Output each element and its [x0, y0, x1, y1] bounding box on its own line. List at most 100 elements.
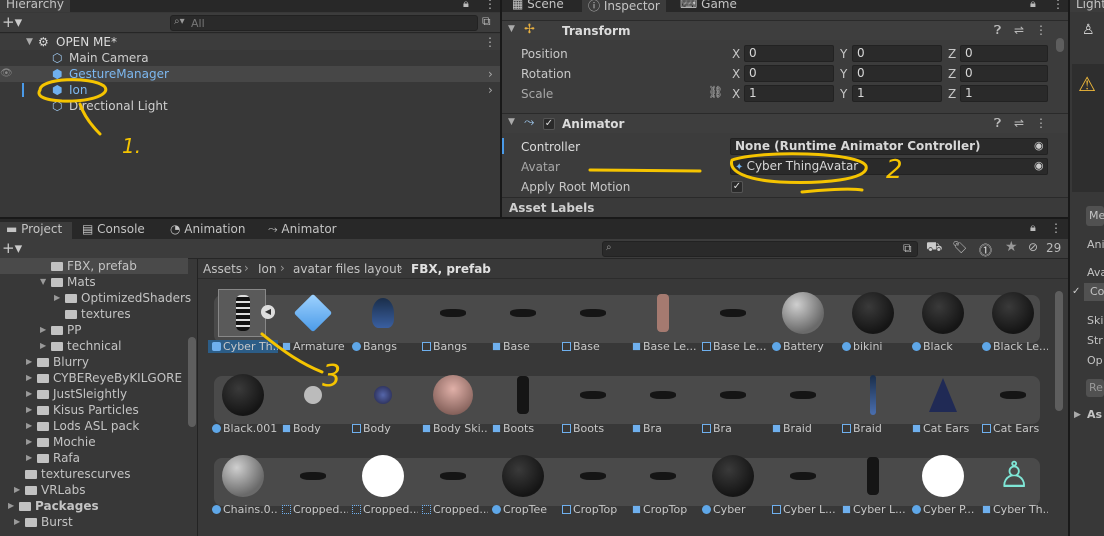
tree-arrow-icon[interactable]: ▶: [14, 482, 20, 498]
breadcrumb-item[interactable]: Assets: [203, 262, 242, 276]
asset-item[interactable]: Cyber: [698, 452, 768, 522]
asset-item[interactable]: Body Ski...: [418, 371, 488, 441]
grid-scroll-thumb[interactable]: [1055, 291, 1063, 411]
rotation-y-field[interactable]: 0: [852, 65, 942, 82]
folder-tree-item[interactable]: ▶ Mochie: [0, 434, 188, 450]
tree-arrow-icon[interactable]: ▶: [8, 498, 14, 514]
tree-scrollbar[interactable]: [188, 259, 196, 536]
tree-arrow-icon[interactable]: ▶: [26, 370, 32, 386]
tab-console[interactable]: ▤ Console: [76, 222, 151, 237]
asset-item[interactable]: Boots: [558, 371, 628, 441]
visibility-icon[interactable]: 👁︎: [0, 66, 13, 82]
tree-arrow-icon[interactable]: ▶: [26, 434, 32, 450]
expand-prefab-arrow-icon[interactable]: ◀: [261, 305, 275, 319]
asset-item[interactable]: Boots: [488, 371, 558, 441]
asset-item[interactable]: Cat Ears: [978, 371, 1048, 441]
asset-item[interactable]: Chains.0...: [208, 452, 278, 522]
breadcrumb-item[interactable]: Ion: [258, 262, 277, 276]
rotation-z-field[interactable]: 0: [960, 65, 1048, 82]
project-search-input[interactable]: ⌕: [602, 241, 918, 257]
position-z-field[interactable]: 0: [960, 45, 1048, 62]
collapse-arrow-icon[interactable]: ▼: [508, 117, 515, 127]
favorite-star-icon[interactable]: ★: [1005, 239, 1018, 255]
asset-item[interactable]: Black.001: [208, 371, 278, 441]
folder-tree-item[interactable]: textures: [0, 306, 188, 322]
inspector-scroll-thumb[interactable]: [1056, 38, 1064, 52]
scale-x-field[interactable]: 1: [744, 85, 834, 102]
folder-tree-item[interactable]: ▶ Kisus Particles: [0, 402, 188, 418]
more-menu-icon[interactable]: ⋮: [484, 0, 496, 11]
folder-tree-item[interactable]: ▶ Lods ASL pack: [0, 418, 188, 434]
asset-item[interactable]: Cropped...: [348, 452, 418, 522]
folder-tree-item[interactable]: ▶ Blurry: [0, 354, 188, 370]
tree-arrow-icon[interactable]: ▼: [40, 274, 46, 290]
tree-arrow-icon[interactable]: ▶: [40, 338, 46, 354]
asset-labels-bar[interactable]: Asset Labels: [502, 197, 1068, 217]
avatar-field[interactable]: ✦ Cyber ThingAvatar: [730, 158, 1048, 175]
asset-item[interactable]: bikini: [838, 289, 908, 359]
expand-icon[interactable]: ⧉: [482, 14, 491, 29]
panel-splitter[interactable]: [197, 259, 198, 536]
scale-z-field[interactable]: 1: [960, 85, 1048, 102]
asset-item[interactable]: Bangs: [418, 289, 488, 359]
asset-item[interactable]: Cyber L...: [838, 452, 908, 522]
tree-arrow-icon[interactable]: ▶: [40, 322, 46, 338]
right-button[interactable]: Re: [1086, 379, 1104, 397]
preset-icon[interactable]: ⇌: [1014, 23, 1024, 37]
tree-scroll-thumb[interactable]: [188, 337, 196, 427]
scene-arrow-icon[interactable]: ▼: [26, 34, 33, 50]
controller-field[interactable]: None (Runtime Animator Controller): [730, 138, 1048, 155]
asset-item[interactable]: Cat Ears: [908, 371, 978, 441]
scale-y-field[interactable]: 1: [852, 85, 942, 102]
asset-item[interactable]: CropTee: [488, 452, 558, 522]
asset-item[interactable]: Black Le...: [978, 289, 1048, 359]
asset-item[interactable]: Battery: [768, 289, 838, 359]
folder-tree-item[interactable]: ▶ OptimizedShaders: [0, 290, 191, 306]
asset-item[interactable]: CropTop: [558, 452, 628, 522]
chevron-right-icon[interactable]: ›: [488, 66, 493, 82]
folder-tree-item[interactable]: ▶ JustSleightly: [0, 386, 188, 402]
asset-item[interactable]: Cropped...: [278, 452, 348, 522]
transform-header[interactable]: ▼ ✢ Transform ❓︎ ⇌ ⋮: [502, 20, 1068, 40]
tree-arrow-icon[interactable]: ▶: [54, 290, 60, 306]
asset-item[interactable]: Bra: [628, 371, 698, 441]
hierarchy-item-ion[interactable]: ⬢ Ion ›: [0, 82, 500, 98]
asset-item[interactable]: Body: [278, 371, 348, 441]
asset-item[interactable]: ♙ Cyber Th...: [978, 452, 1048, 522]
rotation-x-field[interactable]: 0: [744, 65, 834, 82]
apply-root-motion-checkbox[interactable]: ✓: [731, 181, 743, 193]
folder-tree-item[interactable]: ▶ VRLabs: [0, 482, 188, 498]
asset-item[interactable]: Base: [558, 289, 628, 359]
animator-enabled-checkbox[interactable]: ✓: [543, 118, 555, 130]
hidden-packages-icon[interactable]: ⊘: [1028, 240, 1038, 254]
folder-tree-item[interactable]: FBX, prefab: [0, 258, 188, 274]
filter-type-icon[interactable]: ⛟: [926, 240, 942, 257]
component-menu-icon[interactable]: ⋮: [1035, 23, 1047, 37]
add-icon[interactable]: +▾: [2, 13, 22, 31]
folder-tree-item[interactable]: ▶ CYBEReyeByKILGORE: [0, 370, 188, 386]
asset-item[interactable]: Body: [348, 371, 418, 441]
position-x-field[interactable]: 0: [744, 45, 834, 62]
search-input[interactable]: ⌕▾ All: [170, 15, 478, 31]
right-dropdown[interactable]: Me: [1086, 206, 1104, 226]
asset-item[interactable]: Bangs: [348, 289, 418, 359]
asset-item[interactable]: Braid: [768, 371, 838, 441]
lock-icon[interactable]: 🔒︎: [1030, 221, 1036, 235]
tree-arrow-icon[interactable]: ▶: [14, 514, 20, 530]
asset-item[interactable]: Armature: [278, 289, 348, 359]
tab-game[interactable]: ⌨ Game: [674, 0, 743, 12]
object-picker-icon[interactable]: ◉: [1034, 159, 1044, 172]
tree-arrow-icon[interactable]: ▶: [26, 418, 32, 434]
tab-scene[interactable]: ▦ Scene: [506, 0, 570, 12]
folder-tree-item[interactable]: ▼ Mats: [0, 274, 188, 290]
asset-item[interactable]: Braid: [838, 371, 908, 441]
asset-item[interactable]: Base Le...: [698, 289, 768, 359]
asset-item[interactable]: Base Le...: [628, 289, 698, 359]
asset-item[interactable]: Bra: [698, 371, 768, 441]
tree-arrow-icon[interactable]: ▶: [26, 386, 32, 402]
tab-animator[interactable]: ⤳ Animator: [262, 222, 343, 237]
inspector-scrollbar[interactable]: [1056, 34, 1064, 194]
folder-tree-item[interactable]: ▶ Rafa: [0, 450, 188, 466]
asset-item[interactable]: Black: [908, 289, 978, 359]
link-icon[interactable]: ⛓: [708, 85, 723, 99]
